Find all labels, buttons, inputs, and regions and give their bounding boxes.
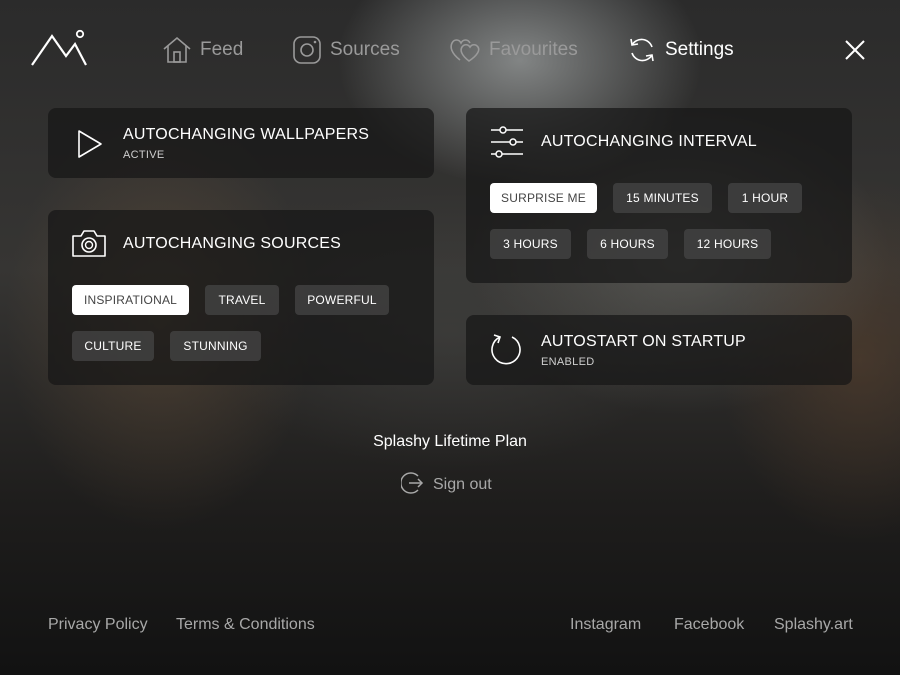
interval-card: AUTOCHANGING INTERVAL SURPRISE ME 15 MIN… bbox=[466, 108, 852, 283]
nav-sources[interactable]: Sources bbox=[292, 34, 400, 66]
source-chip-travel[interactable]: TRAVEL bbox=[205, 285, 279, 315]
sign-out-label: Sign out bbox=[433, 476, 492, 493]
autostart-card[interactable]: AUTOSTART ON STARTUP ENABLED bbox=[466, 315, 852, 385]
facebook-link[interactable]: Facebook bbox=[674, 616, 744, 634]
nav-favourites[interactable]: Favourites bbox=[449, 34, 578, 66]
sign-out-icon bbox=[400, 471, 425, 500]
close-icon[interactable] bbox=[843, 38, 867, 62]
wallpapers-status: ACTIVE bbox=[123, 149, 165, 161]
source-chip-culture[interactable]: CULTURE bbox=[72, 331, 154, 361]
nav-settings-label: Settings bbox=[665, 39, 734, 60]
privacy-policy-link[interactable]: Privacy Policy bbox=[48, 616, 148, 634]
interval-chip-surprise-me[interactable]: SURPRISE ME bbox=[490, 183, 597, 213]
autostart-title: AUTOSTART ON STARTUP bbox=[541, 333, 746, 350]
interval-chip-6-hours[interactable]: 6 HOURS bbox=[587, 229, 668, 259]
home-icon bbox=[162, 35, 192, 65]
interval-chip-12-hours[interactable]: 12 HOURS bbox=[684, 229, 771, 259]
instagram-link[interactable]: Instagram bbox=[570, 616, 641, 634]
nav-feed-label: Feed bbox=[200, 39, 244, 60]
sliders-icon bbox=[489, 125, 525, 164]
sign-out-button[interactable]: Sign out bbox=[400, 471, 492, 500]
play-icon bbox=[76, 129, 104, 164]
nav-settings[interactable]: Settings bbox=[627, 34, 734, 66]
sources-card: AUTOCHANGING SOURCES INSPIRATIONAL TRAVE… bbox=[48, 210, 434, 385]
sources-title: AUTOCHANGING SOURCES bbox=[123, 235, 341, 252]
restart-icon bbox=[488, 332, 524, 373]
interval-chip-15-minutes[interactable]: 15 MINUTES bbox=[613, 183, 712, 213]
source-chip-powerful[interactable]: POWERFUL bbox=[295, 285, 389, 315]
instagram-icon bbox=[292, 35, 322, 65]
autostart-status: ENABLED bbox=[541, 356, 595, 368]
hearts-icon bbox=[449, 35, 481, 65]
terms-link[interactable]: Terms & Conditions bbox=[176, 616, 315, 634]
interval-title: AUTOCHANGING INTERVAL bbox=[541, 133, 757, 150]
wallpapers-title: AUTOCHANGING WALLPAPERS bbox=[123, 126, 370, 143]
source-chip-inspirational[interactable]: INSPIRATIONAL bbox=[72, 285, 189, 315]
nav-favourites-label: Favourites bbox=[489, 39, 578, 60]
refresh-icon bbox=[627, 35, 657, 65]
nav-sources-label: Sources bbox=[330, 39, 400, 60]
camera-icon bbox=[71, 228, 107, 263]
interval-chip-1-hour[interactable]: 1 HOUR bbox=[728, 183, 802, 213]
nav-feed[interactable]: Feed bbox=[162, 34, 243, 66]
source-chip-stunning[interactable]: STUNNING bbox=[170, 331, 261, 361]
wallpapers-card[interactable]: AUTOCHANGING WALLPAPERS ACTIVE bbox=[48, 108, 434, 178]
splashy-site-link[interactable]: Splashy.art bbox=[774, 616, 853, 634]
plan-label: Splashy Lifetime Plan bbox=[373, 433, 527, 450]
interval-chip-3-hours[interactable]: 3 HOURS bbox=[490, 229, 571, 259]
splashy-logo-icon bbox=[30, 28, 90, 70]
